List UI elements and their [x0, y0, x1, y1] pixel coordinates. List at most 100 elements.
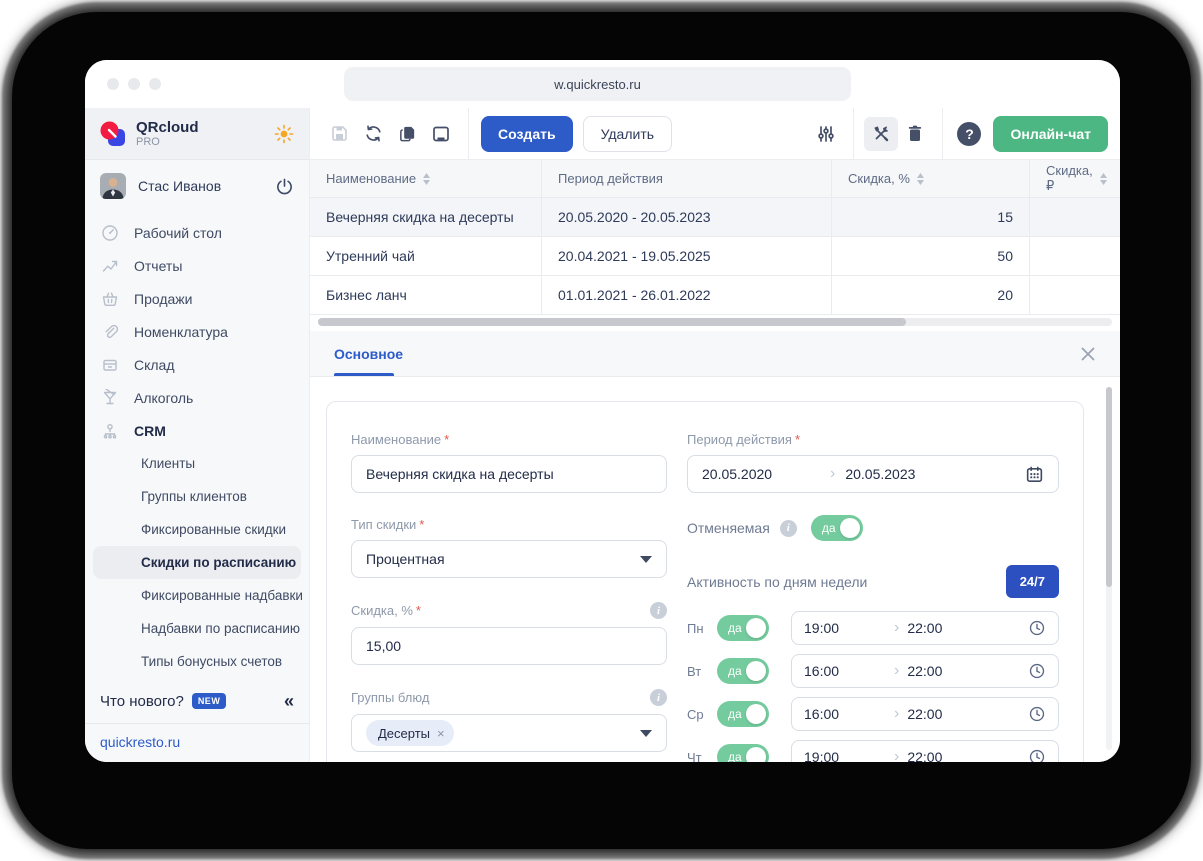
chevron-down-icon [640, 555, 652, 563]
sidebar-subitem-scheduled-surcharges[interactable]: Надбавки по расписанию [85, 612, 309, 645]
sidebar-subitem-clients[interactable]: Клиенты [85, 447, 309, 480]
window-zoom-dot[interactable] [149, 78, 161, 90]
sidebar-item-crm[interactable]: CRM [85, 414, 309, 447]
day-label: Чт [687, 749, 702, 763]
filter-sliders-icon[interactable] [809, 117, 843, 151]
day-row-wednesday: Ср да 16:00 › 22:00 [687, 697, 1059, 731]
cancelable-toggle[interactable]: да [810, 515, 863, 541]
time-to-value[interactable]: 22:00 [907, 706, 942, 722]
sidebar-subitem-scheduled-discounts[interactable]: Скидки по расписанию [93, 546, 301, 579]
collapse-sidebar-icon[interactable]: « [284, 692, 294, 710]
remove-tag-icon[interactable]: × [437, 726, 445, 741]
vertical-scrollbar[interactable] [1106, 387, 1112, 750]
info-icon[interactable]: i [650, 689, 667, 706]
info-icon[interactable]: i [779, 519, 797, 537]
day-toggle[interactable]: да [717, 744, 769, 762]
table-row[interactable]: Бизнес ланч 01.01.2021 - 26.01.2022 20 [310, 276, 1120, 315]
name-input[interactable]: Вечерняя скидка на десерты [351, 455, 667, 493]
time-range-input[interactable]: 19:00 › 22:00 [791, 611, 1059, 645]
logout-power-icon[interactable] [275, 177, 294, 196]
time-range-input[interactable]: 16:00 › 22:00 [791, 697, 1059, 731]
time-from-value[interactable]: 16:00 [804, 706, 894, 722]
day-row-monday: Пн да 19:00 › 22:00 [687, 611, 1059, 645]
clock-icon[interactable] [1028, 748, 1046, 762]
column-header[interactable]: Скидка, ₽ [1046, 163, 1093, 194]
time-to-value[interactable]: 22:00 [907, 749, 942, 762]
delete-button[interactable]: Удалить [582, 115, 673, 152]
row-period: 20.04.2021 - 19.05.2025 [558, 248, 711, 264]
duplicate-button[interactable] [390, 117, 424, 151]
create-button[interactable]: Создать [481, 115, 573, 152]
time-from-value[interactable]: 19:00 [804, 620, 894, 636]
sidebar-item-sales[interactable]: Продажи [85, 282, 309, 315]
tab-main[interactable]: Основное [334, 346, 403, 362]
trash-button[interactable] [898, 117, 932, 151]
help-button[interactable]: ? [957, 121, 982, 146]
sidebar-item-dashboard[interactable]: Рабочий стол [85, 216, 309, 249]
whats-new-link[interactable]: Что нового? [100, 693, 184, 710]
theme-sun-icon[interactable] [274, 124, 294, 144]
table-row[interactable]: Утренний чай 20.04.2021 - 19.05.2025 50 [310, 237, 1120, 276]
scrollbar-thumb[interactable] [318, 318, 906, 326]
display-button[interactable] [424, 117, 458, 151]
user-row[interactable]: Стас Иванов [85, 160, 309, 212]
sidebar-item-alcohol[interactable]: Алкоголь [85, 381, 309, 414]
scrollbar-thumb[interactable] [1106, 387, 1112, 587]
discount-type-select[interactable]: Процентная [351, 540, 667, 578]
tag-label: Десерты [378, 725, 431, 741]
period-to-value[interactable]: 20.05.2023 [845, 466, 915, 482]
calendar-icon[interactable] [1025, 465, 1044, 484]
time-range-input[interactable]: 16:00 › 22:00 [791, 654, 1059, 688]
table-row[interactable]: Вечерняя скидка на десерты 20.05.2020 - … [310, 198, 1120, 237]
scrollbar-track[interactable] [318, 318, 1112, 326]
sidebar-item-reports[interactable]: Отчеты [85, 249, 309, 282]
day-toggle[interactable]: да [717, 701, 769, 727]
day-toggle[interactable]: да [717, 658, 769, 684]
clock-icon[interactable] [1028, 619, 1046, 637]
sidebar-subitem-client-groups[interactable]: Группы клиентов [85, 480, 309, 513]
sidebar-footer: Что нового? NEW « quickresto.ru [85, 680, 309, 762]
sidebar-item-label: Номенклатура [134, 323, 228, 340]
column-header[interactable]: Период действия [558, 171, 663, 186]
sidebar-item-label: Продажи [134, 290, 193, 307]
time-range-input[interactable]: 19:00 › 22:00 [791, 740, 1059, 762]
paperclip-icon [100, 322, 120, 342]
tools-button[interactable] [864, 116, 899, 151]
period-range-input[interactable]: 20.05.2020 › 20.05.2023 [687, 455, 1059, 493]
time-from-value[interactable]: 19:00 [804, 749, 894, 762]
period-from-value[interactable]: 20.05.2020 [702, 466, 830, 482]
day-toggle[interactable]: да [717, 615, 769, 641]
toggle-label: да [728, 664, 742, 678]
column-header[interactable]: Скидка, % [848, 171, 910, 186]
sort-icon[interactable] [423, 172, 431, 185]
address-bar[interactable]: w.quickresto.ru [344, 67, 851, 101]
refresh-button[interactable] [356, 117, 390, 151]
info-icon[interactable]: i [650, 602, 667, 619]
dish-groups-multiselect[interactable]: Десерты × [351, 714, 667, 752]
subitem-label: Клиенты [141, 456, 196, 471]
quickresto-site-link[interactable]: quickresto.ru [100, 734, 294, 750]
sidebar-subitem-bonus-account-types[interactable]: Типы бонусных счетов [85, 645, 309, 678]
time-to-value[interactable]: 22:00 [907, 663, 942, 679]
sidebar-item-warehouse[interactable]: Склад [85, 348, 309, 381]
online-chat-button[interactable]: Онлайн-чат [993, 115, 1108, 152]
sidebar-subitem-fixed-discounts[interactable]: Фиксированные скидки [85, 513, 309, 546]
sort-icon[interactable] [916, 172, 924, 185]
time-from-value[interactable]: 16:00 [804, 663, 894, 679]
window-minimize-dot[interactable] [128, 78, 140, 90]
row-name: Бизнес ланч [326, 287, 407, 303]
button-24-7[interactable]: 24/7 [1005, 565, 1059, 598]
close-panel-icon[interactable] [1080, 346, 1096, 362]
weekday-activity-label: Активность по дням недели [687, 573, 868, 590]
sidebar-item-nomenclature[interactable]: Номенклатура [85, 315, 309, 348]
time-to-value[interactable]: 22:00 [907, 620, 942, 636]
discount-percent-input[interactable]: 15,00 [351, 627, 667, 665]
column-header[interactable]: Наименование [326, 171, 416, 186]
subitem-label: Надбавки по расписанию [141, 621, 301, 636]
clock-icon[interactable] [1028, 662, 1046, 680]
sort-icon[interactable] [1099, 172, 1107, 185]
save-button[interactable] [322, 117, 356, 151]
window-close-dot[interactable] [107, 78, 119, 90]
sidebar-subitem-fixed-surcharges[interactable]: Фиксированные надбавки [85, 579, 309, 612]
clock-icon[interactable] [1028, 705, 1046, 723]
